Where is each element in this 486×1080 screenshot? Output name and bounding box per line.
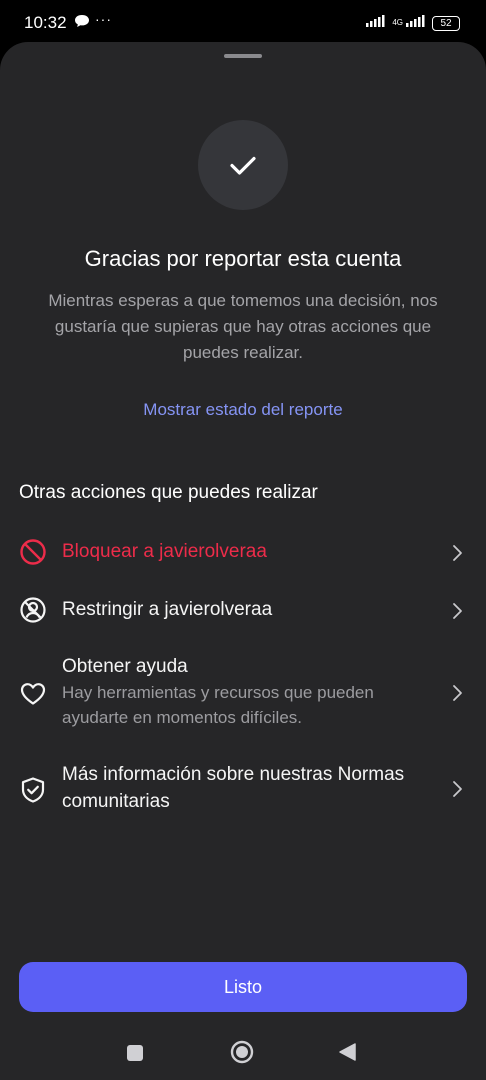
restrict-label: Restringir a javierolveraa: [62, 599, 273, 620]
other-actions-heading: Otras acciones que puedes realizar: [19, 482, 318, 503]
community-guidelines-text: Más información sobre nuestras Normas co…: [62, 761, 432, 815]
restrict-icon: [20, 597, 46, 623]
chat-notification-icon: [74, 14, 90, 33]
block-text: Bloquear a javierolveraa: [62, 538, 432, 565]
recents-square-icon[interactable]: [126, 1044, 144, 1062]
done-button[interactable]: Listo: [19, 962, 467, 1012]
community-guidelines-row[interactable]: Más información sobre nuestras Normas co…: [0, 758, 486, 818]
get-help-label: Obtener ayuda: [62, 656, 188, 677]
system-navigation-bar: [0, 1024, 486, 1080]
chevron-right-icon: [453, 781, 462, 797]
block-icon: [20, 539, 46, 565]
restrict-account-row[interactable]: Restringir a javierolveraa: [0, 590, 486, 630]
checkmark-badge: [198, 120, 288, 210]
get-help-description: Hay herramientas y recursos que pueden a…: [62, 683, 374, 727]
shield-check-icon: [21, 777, 45, 803]
chevron-right-icon: [453, 603, 462, 619]
sheet-subtitle: Mientras esperas a que tomemos una decis…: [48, 291, 438, 362]
battery-level: 52: [440, 17, 452, 29]
report-confirmation-sheet: Gracias por reportar esta cuenta Mientra…: [0, 42, 486, 1024]
home-circle-icon[interactable]: [230, 1040, 254, 1064]
battery-icon: 52: [432, 15, 460, 31]
signal-4g-icon: [406, 14, 426, 32]
signal-icon: [366, 14, 386, 32]
get-help-text: Obtener ayuda Hay herramientas y recurso…: [62, 653, 432, 730]
report-status-link[interactable]: Mostrar estado del reporte: [0, 400, 486, 420]
status-icons: 4G 52: [366, 14, 460, 32]
status-time: 10:32: [24, 13, 67, 32]
checkmark-icon: [230, 156, 256, 175]
heart-icon: [20, 683, 46, 705]
restrict-text: Restringir a javierolveraa: [62, 596, 432, 623]
chevron-right-icon: [453, 545, 462, 561]
chevron-right-icon: [453, 685, 462, 701]
status-bar: 10:32 ··· 4G 52: [0, 0, 486, 44]
block-label: Bloquear a javierolveraa: [62, 541, 267, 562]
network-type-label: 4G: [392, 18, 403, 27]
block-account-row[interactable]: Bloquear a javierolveraa: [0, 532, 486, 572]
drag-handle[interactable]: [224, 54, 262, 58]
more-notifications-indicator: ···: [95, 11, 112, 27]
community-guidelines-label: Más información sobre nuestras Normas co…: [62, 764, 405, 812]
back-triangle-icon[interactable]: [338, 1042, 358, 1062]
sheet-title: Gracias por reportar esta cuenta: [84, 246, 402, 271]
get-help-row[interactable]: Obtener ayuda Hay herramientas y recurso…: [0, 650, 486, 734]
